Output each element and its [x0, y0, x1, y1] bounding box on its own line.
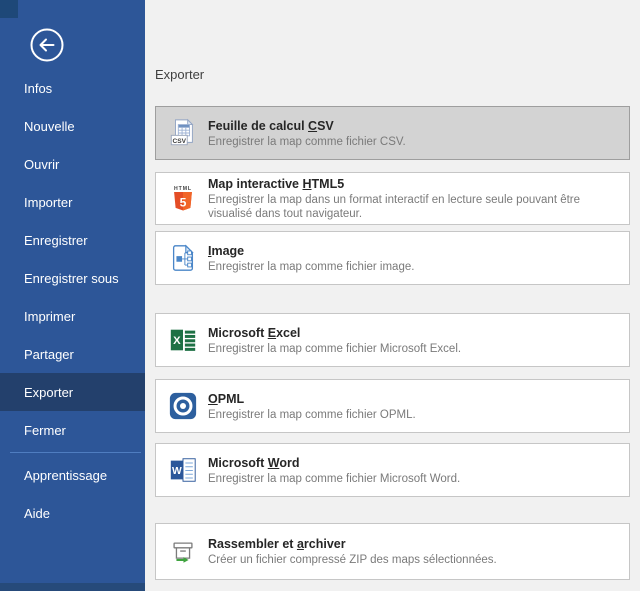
page-title: Exporter [155, 67, 204, 82]
title-post: PML [218, 392, 244, 406]
title-post: rchiver [304, 537, 346, 551]
option-description: Enregistrer la map comme fichier Microso… [208, 472, 460, 486]
csv-spreadsheet-icon: CSV [168, 118, 198, 148]
title-pre: Microsoft [208, 456, 268, 470]
option-title: Microsoft Word [208, 455, 460, 471]
sidebar-item-ouvrir[interactable]: Ouvrir [0, 145, 145, 183]
excel-icon: X [168, 325, 198, 355]
option-title: Rassembler et archiver [208, 536, 497, 552]
title-pre: Feuille de calcul [208, 119, 308, 133]
option-description: Enregistrer la map comme fichier Microso… [208, 342, 461, 356]
title-post: SV [317, 119, 334, 133]
sidebar-separator [10, 452, 141, 453]
sidebar-item-exporter[interactable]: Exporter [0, 373, 145, 411]
html5-icon-number: 5 [180, 195, 187, 209]
export-option-html5[interactable]: HTML 5 Map interactive HTML5 Enregistrer… [155, 172, 630, 225]
title-post: ord [279, 456, 299, 470]
option-title: Microsoft Excel [208, 325, 461, 341]
export-option-excel[interactable]: X Microsoft Excel Enregistrer la map com… [155, 313, 630, 367]
title-pre: Map interactive [208, 177, 302, 191]
backstage-sidebar: Infos Nouvelle Ouvrir Importer Enregistr… [0, 0, 145, 591]
sidebar-item-imprimer[interactable]: Imprimer [0, 297, 145, 335]
option-title: Image [208, 243, 414, 259]
title-accel: H [302, 177, 311, 191]
title-post: mage [211, 244, 244, 258]
title-pre: Rassembler et [208, 537, 297, 551]
export-option-word[interactable]: W Microsoft Word Enregistrer la map comm… [155, 443, 630, 497]
option-description: Créer un fichier compressé ZIP des maps … [208, 553, 497, 567]
option-text: Feuille de calcul CSV Enregistrer la map… [208, 118, 406, 149]
archive-icon [168, 537, 198, 567]
title-accel: C [308, 119, 317, 133]
title-accel: a [297, 537, 304, 551]
option-description: Enregistrer la map comme fichier OPML. [208, 408, 416, 422]
sidebar-item-nouvelle[interactable]: Nouvelle [0, 107, 145, 145]
corner-accent [0, 0, 18, 18]
export-page: Exporter CSV Feuille de calcul CSV Enreg… [145, 0, 640, 591]
sidebar-item-fermer[interactable]: Fermer [0, 411, 145, 449]
sidebar-item-importer[interactable]: Importer [0, 183, 145, 221]
option-text: Microsoft Excel Enregistrer la map comme… [208, 325, 461, 356]
word-icon-letter: W [172, 466, 182, 477]
backstage-menu: Infos Nouvelle Ouvrir Importer Enregistr… [0, 69, 145, 532]
title-accel: O [208, 392, 218, 406]
image-file-icon [168, 243, 198, 273]
option-title: Map interactive HTML5 [208, 176, 619, 192]
sidebar-item-infos[interactable]: Infos [0, 69, 145, 107]
back-arrow-icon [28, 26, 66, 64]
export-option-csv[interactable]: CSV Feuille de calcul CSV Enregistrer la… [155, 106, 630, 160]
title-accel: E [268, 326, 276, 340]
sidebar-bottom-strip [0, 583, 145, 591]
backstage-view: Infos Nouvelle Ouvrir Importer Enregistr… [0, 0, 640, 591]
title-post: TML5 [312, 177, 345, 191]
option-title: Feuille de calcul CSV [208, 118, 406, 134]
option-description: Enregistrer la map dans un format intera… [208, 193, 619, 221]
export-option-pack-and-go[interactable]: Rassembler et archiver Créer un fichier … [155, 523, 630, 580]
sidebar-item-enregistrer-sous[interactable]: Enregistrer sous [0, 259, 145, 297]
sidebar-item-enregistrer[interactable]: Enregistrer [0, 221, 145, 259]
option-description: Enregistrer la map comme fichier CSV. [208, 135, 406, 149]
export-option-opml[interactable]: OPML Enregistrer la map comme fichier OP… [155, 379, 630, 433]
option-text: Image Enregistrer la map comme fichier i… [208, 243, 414, 274]
sidebar-item-apprentissage[interactable]: Apprentissage [0, 456, 145, 494]
option-title: OPML [208, 391, 416, 407]
word-icon: W [168, 455, 198, 485]
export-option-image[interactable]: Image Enregistrer la map comme fichier i… [155, 231, 630, 285]
title-pre: Microsoft [208, 326, 268, 340]
csv-icon-label: CSV [173, 138, 187, 145]
export-options-list: CSV Feuille de calcul CSV Enregistrer la… [155, 106, 630, 580]
sidebar-item-partager[interactable]: Partager [0, 335, 145, 373]
option-text: Microsoft Word Enregistrer la map comme … [208, 455, 460, 486]
html5-icon-top-label: HTML [174, 186, 192, 192]
back-button[interactable] [28, 26, 66, 64]
opml-icon [168, 391, 198, 421]
excel-icon-letter: X [173, 335, 181, 347]
option-description: Enregistrer la map comme fichier image. [208, 260, 414, 274]
option-text: OPML Enregistrer la map comme fichier OP… [208, 391, 416, 422]
title-accel: W [268, 456, 280, 470]
html5-icon: HTML 5 [168, 184, 198, 214]
option-text: Map interactive HTML5 Enregistrer la map… [208, 176, 619, 221]
sidebar-item-aide[interactable]: Aide [0, 494, 145, 532]
option-text: Rassembler et archiver Créer un fichier … [208, 536, 497, 567]
title-post: xcel [276, 326, 300, 340]
